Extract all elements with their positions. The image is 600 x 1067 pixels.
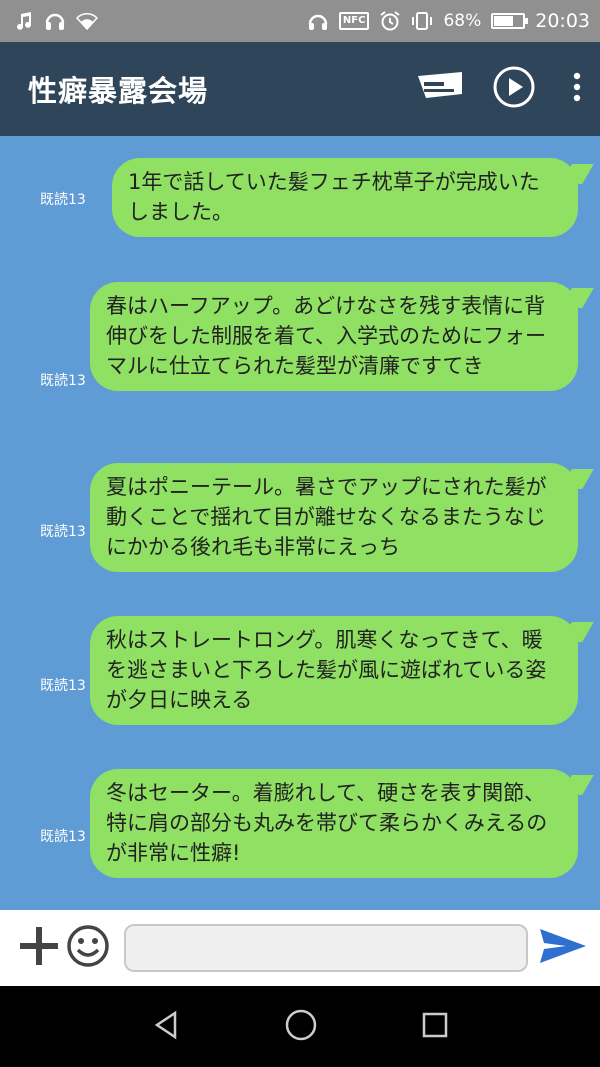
battery-percent: 68% [443,11,482,31]
status-bar: NFC 68% 20:03 [0,0,600,42]
app-header: 性癖暴露会場 [0,42,600,136]
send-icon [540,927,586,969]
plus-icon [18,925,60,971]
input-bar [0,910,600,986]
battery-fill [494,16,514,26]
navigation-bar [0,986,600,1067]
status-right: NFC 68% 20:03 [307,10,590,32]
back-button[interactable] [151,1010,181,1044]
message-card-icon [418,72,462,106]
clock: 20:03 [535,10,590,32]
headphones-icon [307,10,329,32]
read-receipt: 既読13 [40,678,86,694]
wifi-icon [76,12,98,30]
emoji-icon [66,924,110,972]
home-icon [284,1008,318,1046]
read-receipt: 既読13 [40,373,86,389]
add-attachment-button[interactable] [18,925,60,971]
read-receipt: 既読13 [40,524,86,540]
message-bubble[interactable]: 春はハーフアップ。あどけなさを残す表情に背伸びをした制服を着て、入学式のためにフ… [90,282,578,391]
battery-icon [491,13,529,29]
back-icon [151,1010,181,1044]
chat-title: 性癖暴露会場 [28,74,209,108]
status-left [14,10,98,32]
chat-area[interactable]: 既読13 1年で話していた髪フェチ枕草子が完成いたしました。 既読13 春はハー… [0,136,600,910]
message-bubble[interactable]: 夏はポニーテール。暑さでアップにされた髪が動くことで揺れて目が離せなくなるまたう… [90,463,578,572]
emoji-button[interactable] [66,924,110,972]
alarm-icon [379,10,401,32]
message-bubble[interactable]: 秋はストレートロング。肌寒くなってきて、暖を逃さまいと下ろした髪が風に遊ばれてい… [90,616,578,725]
nfc-icon: NFC [338,12,370,30]
read-receipt: 既読13 [40,829,86,845]
music-note-icon [14,11,34,31]
read-receipt: 既読13 [40,192,86,208]
more-options-button[interactable] [572,72,582,106]
message-card-button[interactable] [418,72,462,106]
play-circle-icon [492,65,536,113]
message-bubble[interactable]: 1年で話していた髪フェチ枕草子が完成いたしました。 [112,158,578,237]
message-input[interactable] [124,924,528,972]
vibrate-icon [411,10,433,32]
recents-button[interactable] [421,1011,449,1043]
message-bubble[interactable]: 冬はセーター。着膨れして、硬さを表す関節、特に肩の部分も丸みを帯びて柔らかくみえ… [90,769,578,878]
home-button[interactable] [284,1008,318,1046]
headset-icon [44,10,66,32]
recents-icon [421,1011,449,1043]
send-button[interactable] [540,927,586,969]
play-button[interactable] [492,65,536,113]
more-vert-icon [572,72,582,106]
